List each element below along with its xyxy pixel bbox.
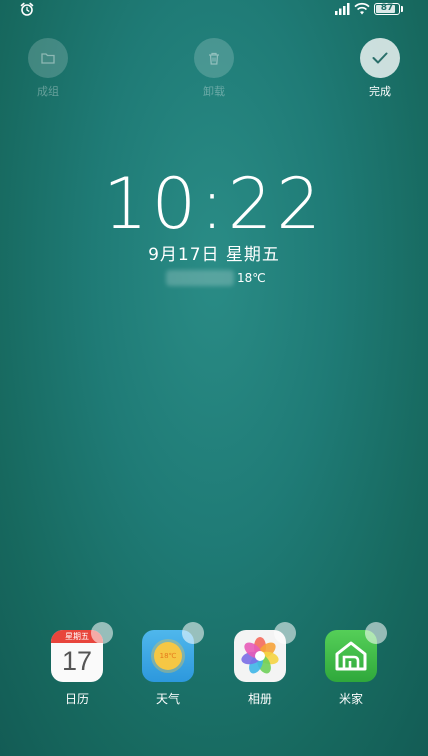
sun-icon: 18℃ bbox=[154, 642, 182, 670]
battery-indicator: 87 bbox=[374, 3, 400, 15]
checkmark-icon bbox=[372, 52, 388, 64]
done-label: 完成 bbox=[369, 85, 391, 98]
uninstall-button-circle bbox=[194, 38, 234, 78]
calendar-day: 17 bbox=[61, 646, 93, 676]
app-mi-home[interactable]: 米家 bbox=[323, 622, 387, 707]
trash-icon bbox=[209, 52, 219, 65]
select-checkbox[interactable] bbox=[91, 622, 113, 644]
app-weather[interactable]: 18℃ 天气 bbox=[140, 622, 204, 707]
clock-time[interactable]: 10:22 bbox=[0, 160, 428, 248]
folder-icon bbox=[41, 53, 55, 64]
app-label: 米家 bbox=[338, 692, 363, 706]
app-calendar[interactable]: 星期五 17 日历 bbox=[49, 622, 113, 707]
app-label: 相册 bbox=[247, 692, 272, 706]
done-button[interactable]: 完成 bbox=[350, 38, 410, 99]
app-label: 日历 bbox=[64, 692, 89, 706]
clock-date: 9月17日 星期五 bbox=[148, 245, 280, 265]
weather-temperature: 18℃ bbox=[237, 271, 266, 285]
location-redacted bbox=[166, 270, 234, 286]
group-button-circle bbox=[28, 38, 68, 78]
battery-terminal bbox=[401, 6, 403, 12]
uninstall-label: 卸载 bbox=[203, 85, 225, 98]
select-checkbox[interactable] bbox=[182, 622, 204, 644]
battery-level-text: 87 bbox=[380, 3, 394, 13]
app-gallery[interactable]: 相册 bbox=[232, 622, 296, 707]
select-checkbox[interactable] bbox=[365, 622, 387, 644]
group-button[interactable]: 成组 bbox=[18, 38, 78, 99]
wifi-icon bbox=[354, 2, 370, 15]
app-label: 天气 bbox=[155, 692, 180, 706]
done-button-circle bbox=[360, 38, 400, 78]
group-label: 成组 bbox=[37, 85, 59, 98]
uninstall-button[interactable]: 卸载 bbox=[184, 38, 244, 99]
signal-strength-icon bbox=[335, 3, 350, 15]
status-bar: 87 bbox=[0, 0, 428, 18]
alarm-clock-icon bbox=[20, 2, 34, 16]
select-checkbox[interactable] bbox=[274, 622, 296, 644]
clock-weather[interactable]: 18℃ bbox=[166, 268, 266, 288]
